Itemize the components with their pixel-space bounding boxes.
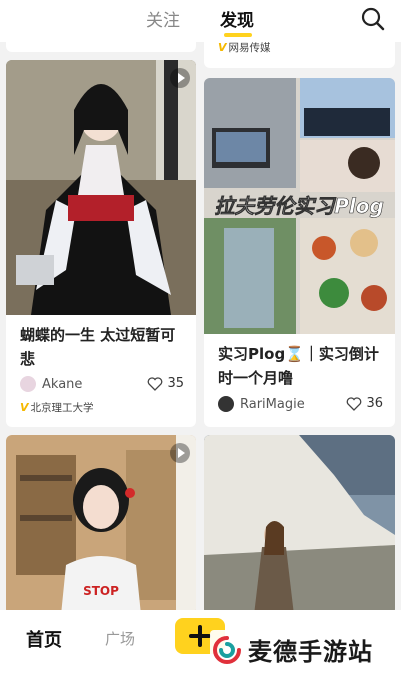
avatar — [20, 376, 36, 392]
active-tab-indicator — [224, 33, 252, 37]
discover-page: 关注 发现 V 网易传媒 蝴蝶的一生 太过短暂可 悲 Akane 35 V 北京… — [0, 0, 401, 680]
heart-icon — [347, 396, 362, 411]
card-title-line1: 蝴蝶的一生 太过短暂可 — [20, 326, 176, 344]
author-row[interactable]: RariMagie — [218, 396, 305, 412]
feed-card[interactable]: STOP — [6, 435, 196, 615]
feed-card[interactable]: 蝴蝶的一生 太过短暂可 悲 Akane 35 V 北京理工大学 — [6, 60, 196, 427]
card-title-line1: 实习Plog⌛｜实习倒计 — [218, 345, 379, 363]
author-row[interactable]: Akane — [20, 376, 82, 392]
watermark-text: 麦德手游站 — [248, 638, 373, 666]
author-name: Akane — [42, 376, 83, 392]
cover-image: 拉夫劳伦实习Plog — [204, 78, 395, 334]
like-count: 36 — [366, 396, 383, 411]
feed-card[interactable] — [204, 435, 395, 615]
video-play-icon — [170, 68, 190, 88]
cover-image — [204, 435, 395, 615]
shirt-text: STOP — [83, 584, 119, 598]
heart-icon — [148, 376, 163, 391]
avatar — [218, 396, 234, 412]
feed-card-partial-right[interactable]: V 网易传媒 — [204, 38, 395, 68]
like-button[interactable]: 36 — [346, 396, 383, 411]
like-count: 35 — [167, 376, 184, 391]
watermark-logo-icon — [213, 635, 241, 664]
card-title-line2: 悲 — [20, 350, 36, 368]
school-badge: V 北京理工大学 — [20, 400, 94, 415]
nav-home[interactable]: 首页 — [26, 626, 62, 652]
nav-square[interactable]: 广场 — [105, 628, 135, 649]
like-button[interactable]: 35 — [147, 376, 184, 391]
video-play-icon — [170, 443, 190, 463]
search-icon[interactable] — [360, 6, 386, 32]
author-name: RariMagie — [240, 396, 305, 412]
watermark: 麦德手游站 — [210, 630, 379, 669]
source-badge-label: 网易传媒 — [228, 42, 271, 54]
tab-discover[interactable]: 发现 — [220, 6, 254, 31]
top-tab-bar: 关注 发现 — [0, 0, 401, 42]
source-badge: V 网易传媒 — [218, 40, 271, 55]
bottom-nav: 首页 广场 麦德手游站 — [0, 610, 401, 680]
cover-image: STOP — [6, 435, 196, 615]
cover-image — [6, 60, 196, 315]
card-title-line2: 时一个月噜 — [218, 369, 294, 387]
verified-v-icon: V — [218, 41, 227, 54]
tab-follow[interactable]: 关注 — [146, 6, 180, 31]
feed-card[interactable]: 拉夫劳伦实习Plog 实习Plog⌛｜实习倒计 时一个月噜 RariMagie … — [204, 78, 395, 427]
cover-overlay-text: 拉夫劳伦实习Plog — [214, 194, 384, 218]
verified-v-icon: V — [20, 401, 29, 414]
school-badge-label: 北京理工大学 — [30, 402, 94, 414]
